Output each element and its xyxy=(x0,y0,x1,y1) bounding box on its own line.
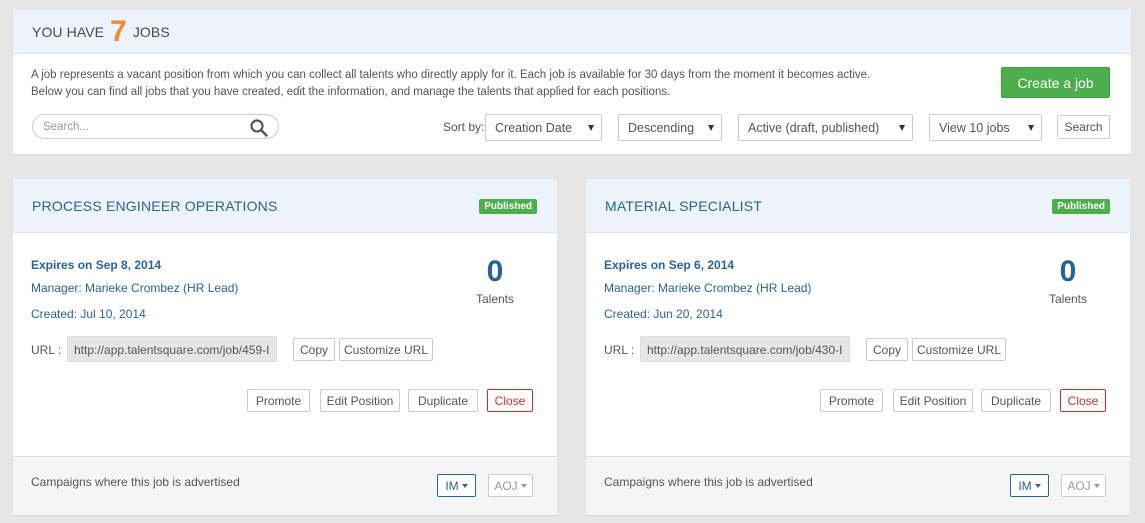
customize-url-button[interactable]: Customize URL xyxy=(339,338,433,361)
chevron-down-icon xyxy=(1028,125,1034,131)
job-url-field[interactable]: http://app.talentsquare.com/job/430-I xyxy=(640,336,850,362)
job-title[interactable]: PROCESS ENGINEER OPERATIONS xyxy=(32,198,278,214)
job-expiry: Expires on Sep 8, 2014 xyxy=(31,258,162,272)
status-badge: Published xyxy=(1052,199,1110,214)
status-filter-value: Active (draft, published) xyxy=(748,120,880,135)
copy-url-button[interactable]: Copy xyxy=(866,338,908,361)
chevron-down-icon xyxy=(899,125,905,131)
chevron-down-icon xyxy=(588,125,594,131)
talents-label: Talents xyxy=(475,292,515,306)
im-label: IM xyxy=(445,478,459,493)
job-expiry: Expires on Sep 6, 2014 xyxy=(604,258,735,272)
job-card-header: MATERIAL SPECIALIST Published xyxy=(586,179,1130,233)
copy-url-button[interactable]: Copy xyxy=(293,338,335,361)
view-count-value: View 10 jobs xyxy=(939,120,1010,135)
job-card: PROCESS ENGINEER OPERATIONS Published Ex… xyxy=(13,179,557,515)
status-badge: Published xyxy=(479,199,537,214)
header-suffix: JOBS xyxy=(132,23,170,40)
jobs-count: 7 xyxy=(110,14,127,48)
duplicate-button[interactable]: Duplicate xyxy=(408,389,478,412)
url-label: URL : xyxy=(31,343,62,357)
campaigns-footer: Campaigns where this job is advertised I… xyxy=(13,456,557,515)
search-button[interactable]: Search xyxy=(1057,115,1110,139)
chevron-down-icon xyxy=(1034,483,1041,488)
jobs-count-header: YOU HAVE 7 JOBS xyxy=(13,10,1131,54)
search-icon[interactable] xyxy=(250,119,268,137)
job-url-field[interactable]: http://app.talentsquare.com/job/459-I xyxy=(67,336,277,362)
chevron-down-icon xyxy=(520,483,527,488)
job-manager[interactable]: Manager: Marieke Crombez (HR Lead) xyxy=(31,281,238,295)
sort-order-value: Descending xyxy=(628,120,695,135)
chevron-down-icon xyxy=(461,483,468,488)
header-prefix: YOU HAVE xyxy=(32,23,105,40)
edit-position-button[interactable]: Edit Position xyxy=(320,389,400,412)
sort-order-select[interactable]: Descending xyxy=(618,114,722,141)
view-count-select[interactable]: View 10 jobs xyxy=(929,114,1042,141)
job-card-header: PROCESS ENGINEER OPERATIONS Published xyxy=(13,179,557,233)
job-created-date: Created: Jun 20, 2014 xyxy=(604,307,723,321)
description-line-1: A job represents a vacant position from … xyxy=(31,69,871,81)
im-label: IM xyxy=(1018,478,1032,493)
job-title[interactable]: MATERIAL SPECIALIST xyxy=(605,198,762,214)
create-job-button[interactable]: Create a job xyxy=(1001,67,1110,98)
job-created-date: Created: Jul 10, 2014 xyxy=(31,307,146,321)
sort-by-label: Sort by: xyxy=(443,120,485,134)
aoj-label: AOJ xyxy=(494,478,518,493)
search-box xyxy=(32,114,279,139)
duplicate-button[interactable]: Duplicate xyxy=(981,389,1051,412)
chevron-down-icon xyxy=(708,125,714,131)
edit-position-button[interactable]: Edit Position xyxy=(893,389,973,412)
sort-field-value: Creation Date xyxy=(495,120,573,135)
promote-button[interactable]: Promote xyxy=(247,389,310,412)
jobs-overview-panel: YOU HAVE 7 JOBS A job represents a vacan… xyxy=(13,10,1131,154)
sort-field-select[interactable]: Creation Date xyxy=(485,114,602,141)
job-manager[interactable]: Manager: Marieke Crombez (HR Lead) xyxy=(604,281,811,295)
talents-label: Talents xyxy=(1048,292,1088,306)
close-job-button[interactable]: Close xyxy=(1060,389,1106,412)
jobs-description: A job represents a vacant position from … xyxy=(31,67,931,101)
campaigns-footer: Campaigns where this job is advertised I… xyxy=(586,456,1130,515)
aoj-label: AOJ xyxy=(1067,478,1091,493)
customize-url-button[interactable]: Customize URL xyxy=(912,338,1006,361)
promote-button[interactable]: Promote xyxy=(820,389,883,412)
campaigns-label: Campaigns where this job is advertised xyxy=(604,475,813,489)
search-input[interactable] xyxy=(43,120,243,133)
aoj-campaign-dropdown[interactable]: AOJ xyxy=(1061,474,1106,497)
im-campaign-dropdown[interactable]: IM xyxy=(437,474,476,497)
talents-count[interactable]: 0 xyxy=(1028,255,1108,289)
aoj-campaign-dropdown[interactable]: AOJ xyxy=(488,474,533,497)
description-line-2: Below you can find all jobs that you hav… xyxy=(31,86,671,98)
campaigns-label: Campaigns where this job is advertised xyxy=(31,475,240,489)
status-filter-select[interactable]: Active (draft, published) xyxy=(738,114,913,141)
url-label: URL : xyxy=(604,343,635,357)
im-campaign-dropdown[interactable]: IM xyxy=(1010,474,1049,497)
chevron-down-icon xyxy=(1093,483,1100,488)
close-job-button[interactable]: Close xyxy=(487,389,533,412)
talents-count[interactable]: 0 xyxy=(455,255,535,289)
job-card: MATERIAL SPECIALIST Published Expires on… xyxy=(586,179,1130,515)
